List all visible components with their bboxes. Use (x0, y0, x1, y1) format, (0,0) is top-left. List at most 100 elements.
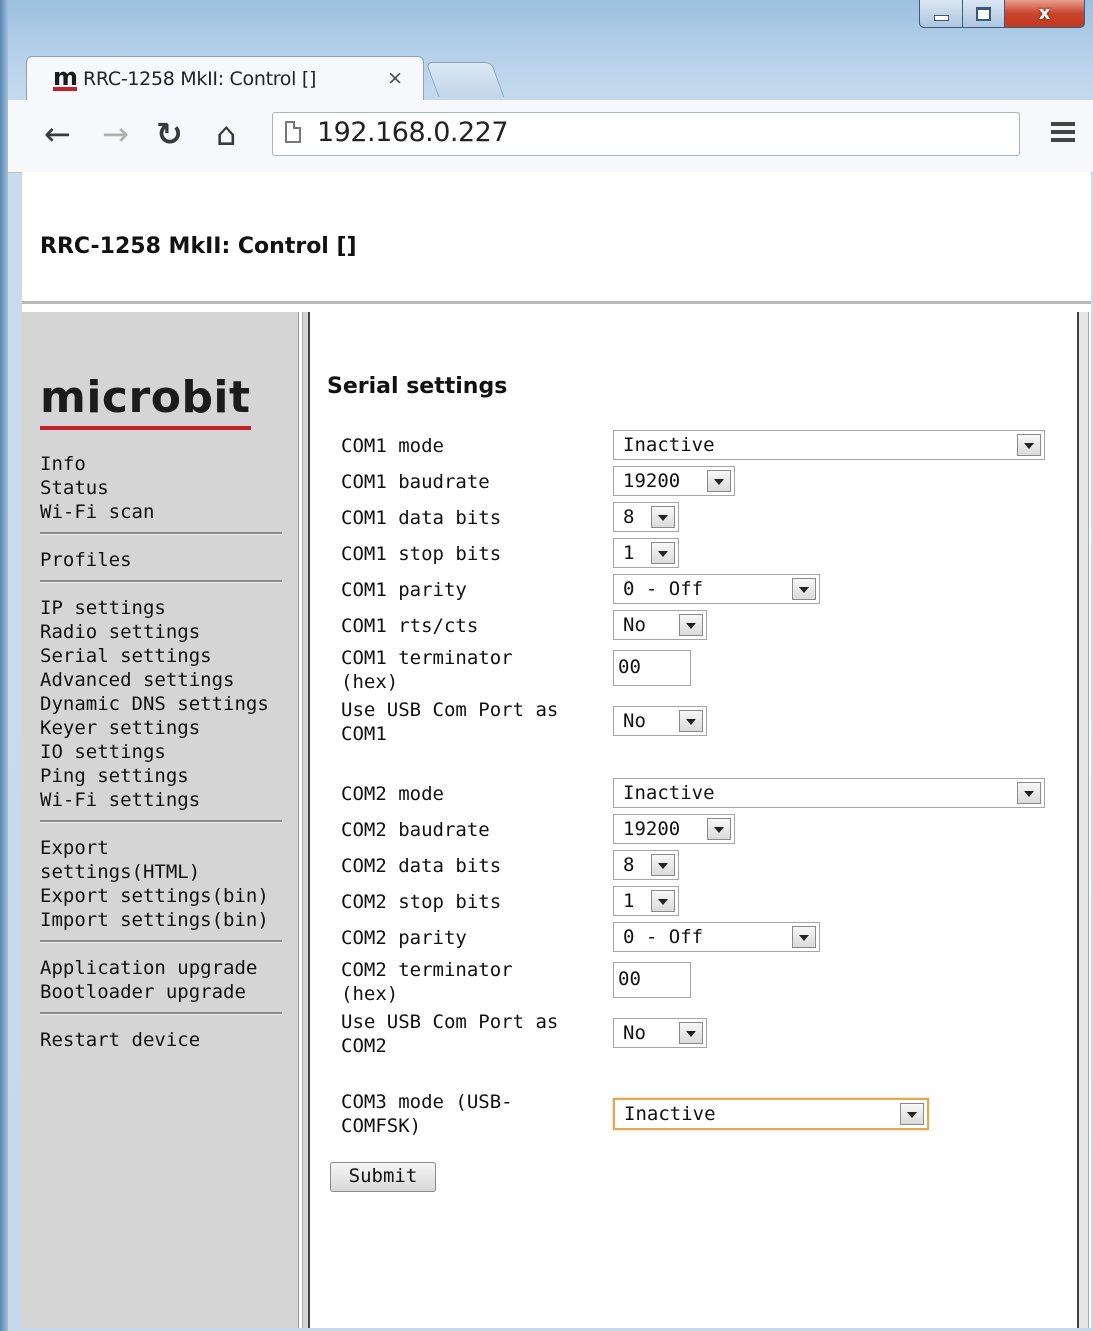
com2-baudrate-label: COM2 baudrate (341, 819, 490, 841)
home-icon[interactable]: ⌂ (216, 114, 236, 154)
select-value: No (623, 710, 646, 732)
dropdown-arrow-icon (651, 890, 675, 912)
minimize-icon (933, 14, 949, 21)
select-value: Inactive (623, 782, 715, 804)
address-bar[interactable]: 192.168.0.227 (272, 112, 1020, 156)
minimize-button[interactable] (919, 0, 963, 28)
com2-usb-port-select[interactable]: No (613, 1018, 707, 1048)
dropdown-arrow-icon (792, 578, 816, 600)
com1-mode-label: COM1 mode (341, 435, 444, 457)
nav-link-io-settings[interactable]: IO settings (40, 740, 284, 764)
input-value: 00 (618, 968, 641, 990)
reload-icon[interactable]: ↻ (156, 114, 183, 154)
nav-link-import-bin[interactable]: Import settings(bin) (40, 908, 284, 932)
nav-link-serial-settings[interactable]: Serial settings (40, 644, 284, 668)
nav-divider (40, 580, 282, 583)
forward-arrow-icon[interactable]: → (102, 114, 129, 154)
nav-link-profiles[interactable]: Profiles (40, 548, 284, 572)
com1-baudrate-label: COM1 baudrate (341, 471, 490, 493)
nav-link-application-upgrade[interactable]: Application upgrade (40, 956, 284, 980)
maximize-icon (976, 6, 991, 21)
window-caption-buttons: x (919, 0, 1085, 30)
com2-data-bits-label: COM2 data bits (341, 855, 502, 877)
com2-terminator-label: COM2 terminator (hex) (341, 959, 513, 1005)
nav-link-wifi-settings[interactable]: Wi-Fi settings (40, 788, 284, 812)
microbit-logo: microbit (40, 372, 251, 430)
nav-link-restart-device[interactable]: Restart device (40, 1028, 284, 1052)
com2-mode-select[interactable]: Inactive (613, 778, 1045, 808)
page-icon (285, 121, 301, 143)
nav-link-advanced-settings[interactable]: Advanced settings (40, 668, 284, 692)
submit-button[interactable]: Submit (330, 1162, 436, 1192)
com1-terminator-input[interactable]: 00 (613, 650, 691, 686)
dropdown-arrow-icon (900, 1103, 924, 1125)
dropdown-arrow-icon (707, 818, 731, 840)
nav-group-upgrade: Application upgrade Bootloader upgrade (40, 956, 284, 1004)
com1-usb-port-label: Use USB Com Port as COM1 (341, 699, 559, 745)
select-value: 8 (623, 854, 635, 876)
nav-link-export-html[interactable]: Export settings(HTML) (40, 836, 230, 884)
com2-baudrate-select[interactable]: 19200 (613, 814, 735, 844)
nav-link-export-bin[interactable]: Export settings(bin) (40, 884, 284, 908)
com1-usb-port-select[interactable]: No (613, 706, 707, 736)
nav-divider (40, 1012, 282, 1015)
nav-group-profiles: Profiles (40, 548, 284, 572)
com2-terminator-input[interactable]: 00 (613, 962, 691, 998)
com3-mode-label: COM3 mode (USB-COMFSK) (341, 1091, 513, 1137)
dropdown-arrow-icon (1017, 782, 1041, 804)
new-tab-button[interactable] (425, 62, 505, 97)
com1-rts-cts-select[interactable]: No (613, 610, 707, 640)
select-value: 0 - Off (623, 926, 704, 948)
dropdown-arrow-icon (1017, 434, 1041, 456)
com2-stop-bits-label: COM2 stop bits (341, 891, 502, 913)
com1-stop-bits-select[interactable]: 1 (613, 538, 679, 568)
com2-mode-label: COM2 mode (341, 783, 444, 805)
com2-stop-bits-select[interactable]: 1 (613, 886, 679, 916)
dropdown-arrow-icon (651, 506, 675, 528)
nav-group-restart: Restart device (40, 1028, 284, 1052)
select-value: 0 - Off (623, 578, 704, 600)
com1-data-bits-select[interactable]: 8 (613, 502, 679, 532)
com1-baudrate-select[interactable]: 19200 (613, 466, 735, 496)
page-title: RRC-1258 MkII: Control [] (40, 234, 357, 259)
nav-group-info: Info Status Wi-Fi scan (40, 452, 284, 524)
back-arrow-icon[interactable]: ← (44, 114, 71, 154)
url-text[interactable]: 192.168.0.227 (317, 117, 509, 148)
com1-parity-select[interactable]: 0 - Off (613, 574, 820, 604)
tab-title: RRC-1258 MkII: Control [] (83, 67, 317, 90)
dropdown-arrow-icon (679, 1022, 703, 1044)
browser-window: x m RRC-1258 MkII: Control [] × ← → ↻ ⌂ … (0, 0, 1093, 1331)
nav-link-bootloader-upgrade[interactable]: Bootloader upgrade (40, 980, 284, 1004)
browser-toolbar: ← → ↻ ⌂ 192.168.0.227 (8, 100, 1093, 173)
sidebar-divider (302, 312, 310, 1328)
select-value: 1 (623, 890, 635, 912)
hamburger-menu-icon[interactable] (1051, 122, 1075, 146)
nav-link-wifi-scan[interactable]: Wi-Fi scan (40, 500, 284, 524)
dropdown-arrow-icon (651, 542, 675, 564)
nav-divider (40, 532, 282, 535)
com2-data-bits-select[interactable]: 8 (613, 850, 679, 880)
section-title: Serial settings (327, 374, 508, 399)
com2-parity-select[interactable]: 0 - Off (613, 922, 820, 952)
nav-link-info[interactable]: Info (40, 452, 284, 476)
com1-data-bits-label: COM1 data bits (341, 507, 502, 529)
com3-mode-select[interactable]: Inactive (613, 1098, 929, 1130)
com1-parity-label: COM1 parity (341, 579, 467, 601)
com1-mode-select[interactable]: Inactive (613, 430, 1045, 460)
dropdown-arrow-icon (792, 926, 816, 948)
nav-link-keyer-settings[interactable]: Keyer settings (40, 716, 284, 740)
nav-link-radio-settings[interactable]: Radio settings (40, 620, 284, 644)
nav-link-ping-settings[interactable]: Ping settings (40, 764, 284, 788)
dropdown-arrow-icon (679, 614, 703, 636)
nav-link-status[interactable]: Status (40, 476, 284, 500)
nav-link-ip-settings[interactable]: IP settings (40, 596, 284, 620)
nav-link-dynamic-dns-settings[interactable]: Dynamic DNS settings (40, 692, 284, 716)
browser-tab-active[interactable]: m RRC-1258 MkII: Control [] × (26, 56, 424, 100)
close-icon: x (1038, 3, 1051, 24)
nav-divider (40, 940, 282, 943)
tab-close-icon[interactable]: × (387, 67, 403, 89)
dropdown-arrow-icon (651, 854, 675, 876)
com1-terminator-label: COM1 terminator (hex) (341, 647, 513, 693)
close-window-button[interactable]: x (1005, 0, 1085, 28)
maximize-button[interactable] (963, 0, 1005, 28)
